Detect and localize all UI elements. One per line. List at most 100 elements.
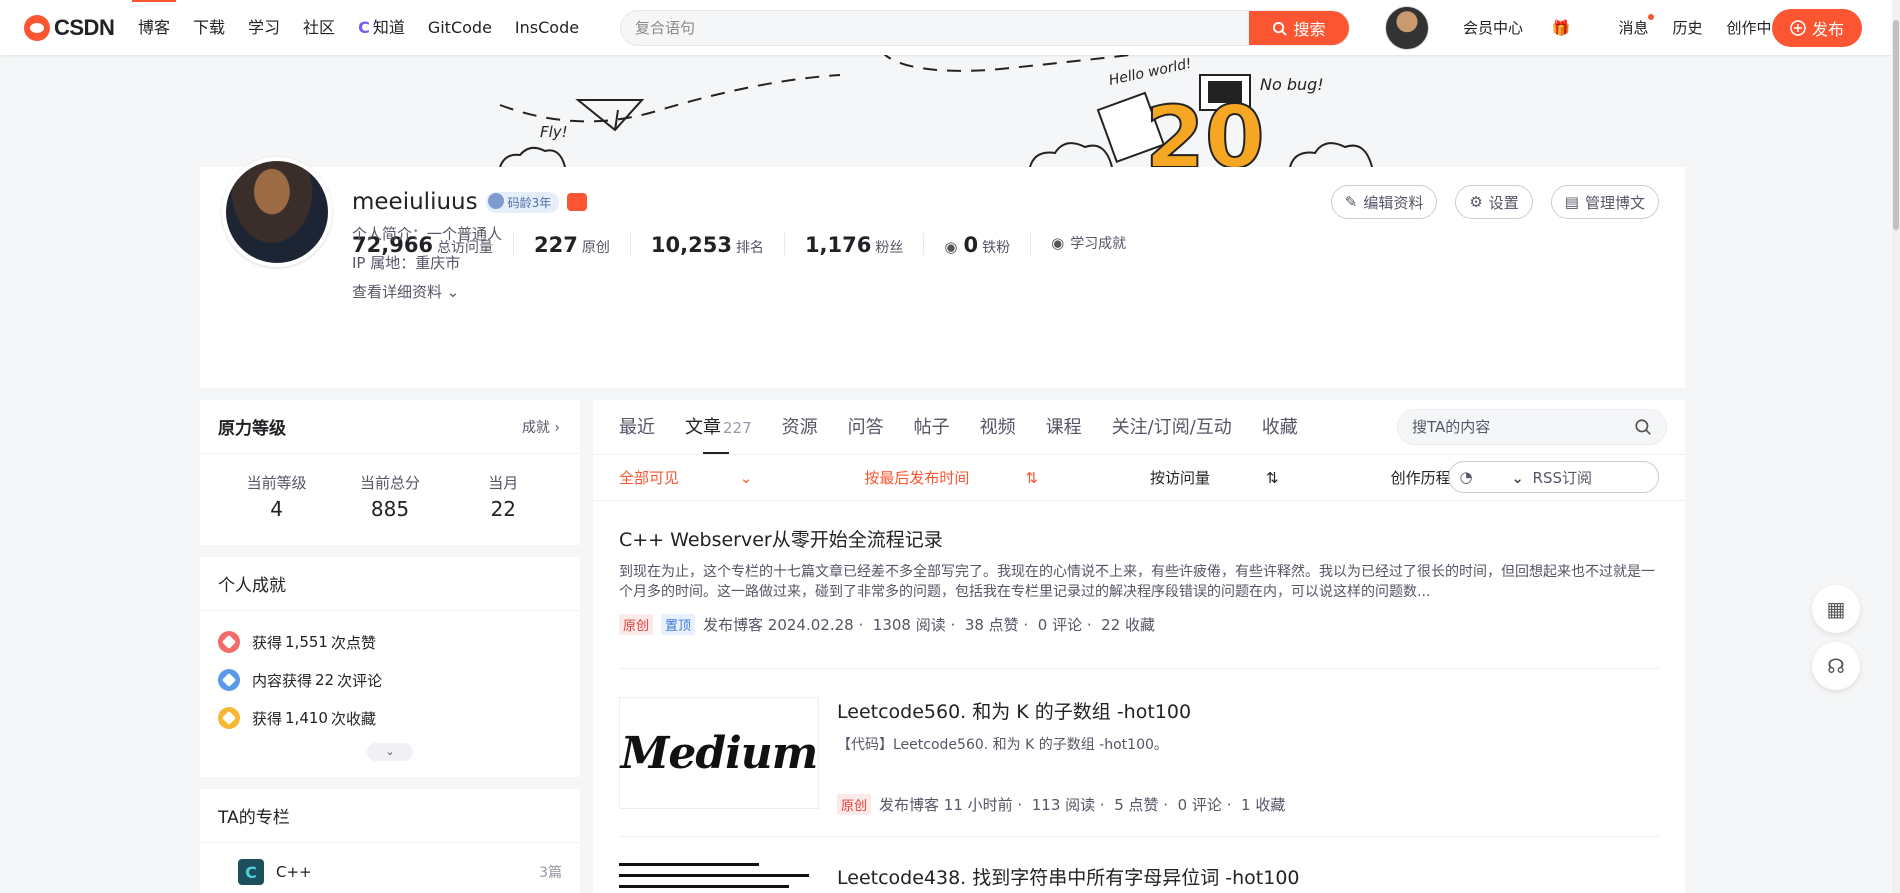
customer-service-button[interactable]: ☊ [1812,642,1860,690]
tab-posts[interactable]: 帖子 [914,400,950,455]
view-details-label: 查看详细资料 [352,283,443,301]
learning-achievements-link[interactable]: ◉ 学习成就 [1031,233,1146,255]
content-search-input[interactable] [1412,418,1634,436]
code-age-badge[interactable]: 码龄3年 [485,191,560,213]
article-item[interactable]: Medium Leetcode560. 和为 K 的子数组 -hot100 【代… [619,669,1659,837]
column-name: C++ [276,863,312,881]
article-comments: 0 评论 · [1037,616,1092,634]
banner-nobug: No bug! [1260,75,1324,94]
article-meta: 原创 发布博客 11 小时前 · 113 阅读 · 5 点赞 · 0 评论 · … [837,794,1659,815]
scrollbar[interactable] [1892,0,1900,893]
achievement-likes-prefix: 获得 [252,633,283,652]
tab-videos[interactable]: 视频 [980,400,1016,455]
edit-profile-label: 编辑资料 [1363,193,1424,212]
manage-posts-label: 管理博文 [1584,193,1645,212]
article-title[interactable]: C++ Webserver从零开始全流程记录 [619,525,1659,552]
search-button[interactable]: 搜索 [1249,11,1349,45]
member-center-link[interactable]: 会员中心 🎁 [1463,17,1594,38]
article-desc: 到现在为止，这个专栏的十七篇文章已经差不多全部写完了。我现在的心情说不上来，有些… [619,564,1655,600]
edit-profile-button[interactable]: ✎ 编辑资料 [1330,185,1438,219]
article-date: 发布博客 11 小时前 · [879,796,1023,814]
article-item[interactable]: Leetcode438. 找到字符串中所有字母异位词 -hot100 [619,837,1659,893]
eye-icon: ◉ [944,238,958,256]
nav-link-inscode[interactable]: InsCode [515,0,579,55]
stat-fans[interactable]: 1,176 粉丝 [785,233,925,257]
settings-button[interactable]: ⚙ 设置 [1455,185,1533,219]
banner-illustration: Fly! Hello world! No bug! 20 [499,55,1373,167]
column-item[interactable]: C C++ 3篇 [200,843,580,885]
sort-by-time[interactable]: 按最后发布时间 ⇅ [864,467,1094,488]
achievement-comments-prefix: 内容获得 [252,671,313,690]
qrcode-button[interactable]: ▦ [1812,585,1860,633]
user-avatar[interactable] [1385,6,1429,50]
article-comments: 0 评论 · [1177,796,1232,814]
article-likes: 5 点赞 · [1114,796,1169,814]
stat-iron-fans[interactable]: ◉ 0 铁粉 [924,233,1032,257]
nav-link-blog[interactable]: 博客 [131,0,177,55]
favorite-badge-icon [218,707,240,729]
tab-follows[interactable]: 关注/订阅/互动 [1112,400,1232,455]
sort-by-views[interactable]: 按访问量 ⇅ [1150,467,1335,488]
scrollbar-thumb[interactable] [1893,20,1899,230]
level-total-value: 885 [370,497,410,521]
article-title[interactable]: Leetcode438. 找到字符串中所有字母异位词 -hot100 [837,863,1659,890]
expand-achievements-button[interactable]: ⌄ [367,743,413,761]
column-count: 3篇 [539,865,562,881]
achievement-favorites-num: 1,410 [285,709,328,727]
document-icon: ▤ [1564,193,1579,211]
publish-button[interactable]: 发布 [1772,9,1862,47]
history-link[interactable]: 历史 [1673,17,1703,38]
banner-hello: Hello world! [1108,56,1194,89]
sort-icon: ⇅ [1025,469,1038,487]
qrcode-icon: ▦ [1826,597,1846,621]
sort-by-views-label: 按访问量 [1149,469,1210,487]
stat-fans-value: 1,176 [804,233,872,257]
messages-link[interactable]: 消息 [1618,14,1654,38]
csdn-logo[interactable]: CSDN [24,14,116,41]
visibility-filter[interactable]: 全部可见 ⌄ [619,467,808,488]
original-tag: 原创 [619,614,654,635]
manage-posts-button[interactable]: ▤ 管理博文 [1550,185,1659,219]
comment-badge-icon [218,669,240,691]
article-thumbnail[interactable]: Medium [619,697,819,809]
rss-subscribe-button[interactable]: ◔ RSS订阅 [1448,461,1659,493]
level-stats: 当前等级 4 当前总分 885 当月 22 [200,454,580,521]
tab-qa[interactable]: 问答 [848,400,884,455]
tab-articles[interactable]: 文章 227 [685,400,752,455]
nav-link-download[interactable]: 下载 [193,0,225,55]
medal-icon[interactable] [567,193,588,211]
search-icon [1273,21,1288,36]
rss-label: RSS订阅 [1532,468,1592,487]
nav-link-community[interactable]: 社区 [303,0,335,55]
tab-courses[interactable]: 课程 [1046,400,1082,455]
search-input[interactable] [621,11,1249,45]
level-total-label: 当前总分 [359,474,420,492]
thumbnail-text: Medium [620,727,819,779]
level-current-label: 当前等级 [246,474,307,492]
profile-ip: IP 属地：重庆市 [352,254,461,272]
achievements-link-label: 成就 [521,419,550,436]
tab-recent[interactable]: 最近 [619,400,655,455]
achievements-link[interactable]: 成就 › [522,417,560,437]
nav-link-learn[interactable]: 学习 [248,0,280,55]
level-title: 原力等级 [218,419,286,439]
nav-link-zhidao[interactable]: C 知道 [358,0,405,55]
publish-label: 发布 [1811,20,1844,39]
level-month-value: 22 [490,497,517,521]
content-tabs: 最近 文章 227 资源 问答 帖子 视频 课程 关注/订阅/互动 收藏 [593,400,1685,455]
original-tag: 原创 [837,794,872,815]
search-icon[interactable] [1634,418,1652,436]
view-details-link[interactable]: 查看详细资料 ⌄ [352,281,459,302]
article-views: 1308 阅读 · [872,616,956,634]
article-thumbnail[interactable] [619,863,819,893]
sort-icon: ⇅ [1265,469,1279,487]
article-title[interactable]: Leetcode560. 和为 K 的子数组 -hot100 [837,697,1659,724]
tab-resources[interactable]: 资源 [782,400,818,455]
article-views: 113 阅读 · [1031,796,1105,814]
article-item[interactable]: C++ Webserver从零开始全流程记录 到现在为止，这个专栏的十七篇文章已… [619,501,1659,669]
profile-avatar[interactable] [222,157,332,267]
nav-link-gitcode[interactable]: GitCode [428,0,492,55]
tab-favorites[interactable]: 收藏 [1262,400,1298,455]
tab-articles-count: 227 [723,418,752,437]
level-total: 当前总分 885 [335,472,445,521]
